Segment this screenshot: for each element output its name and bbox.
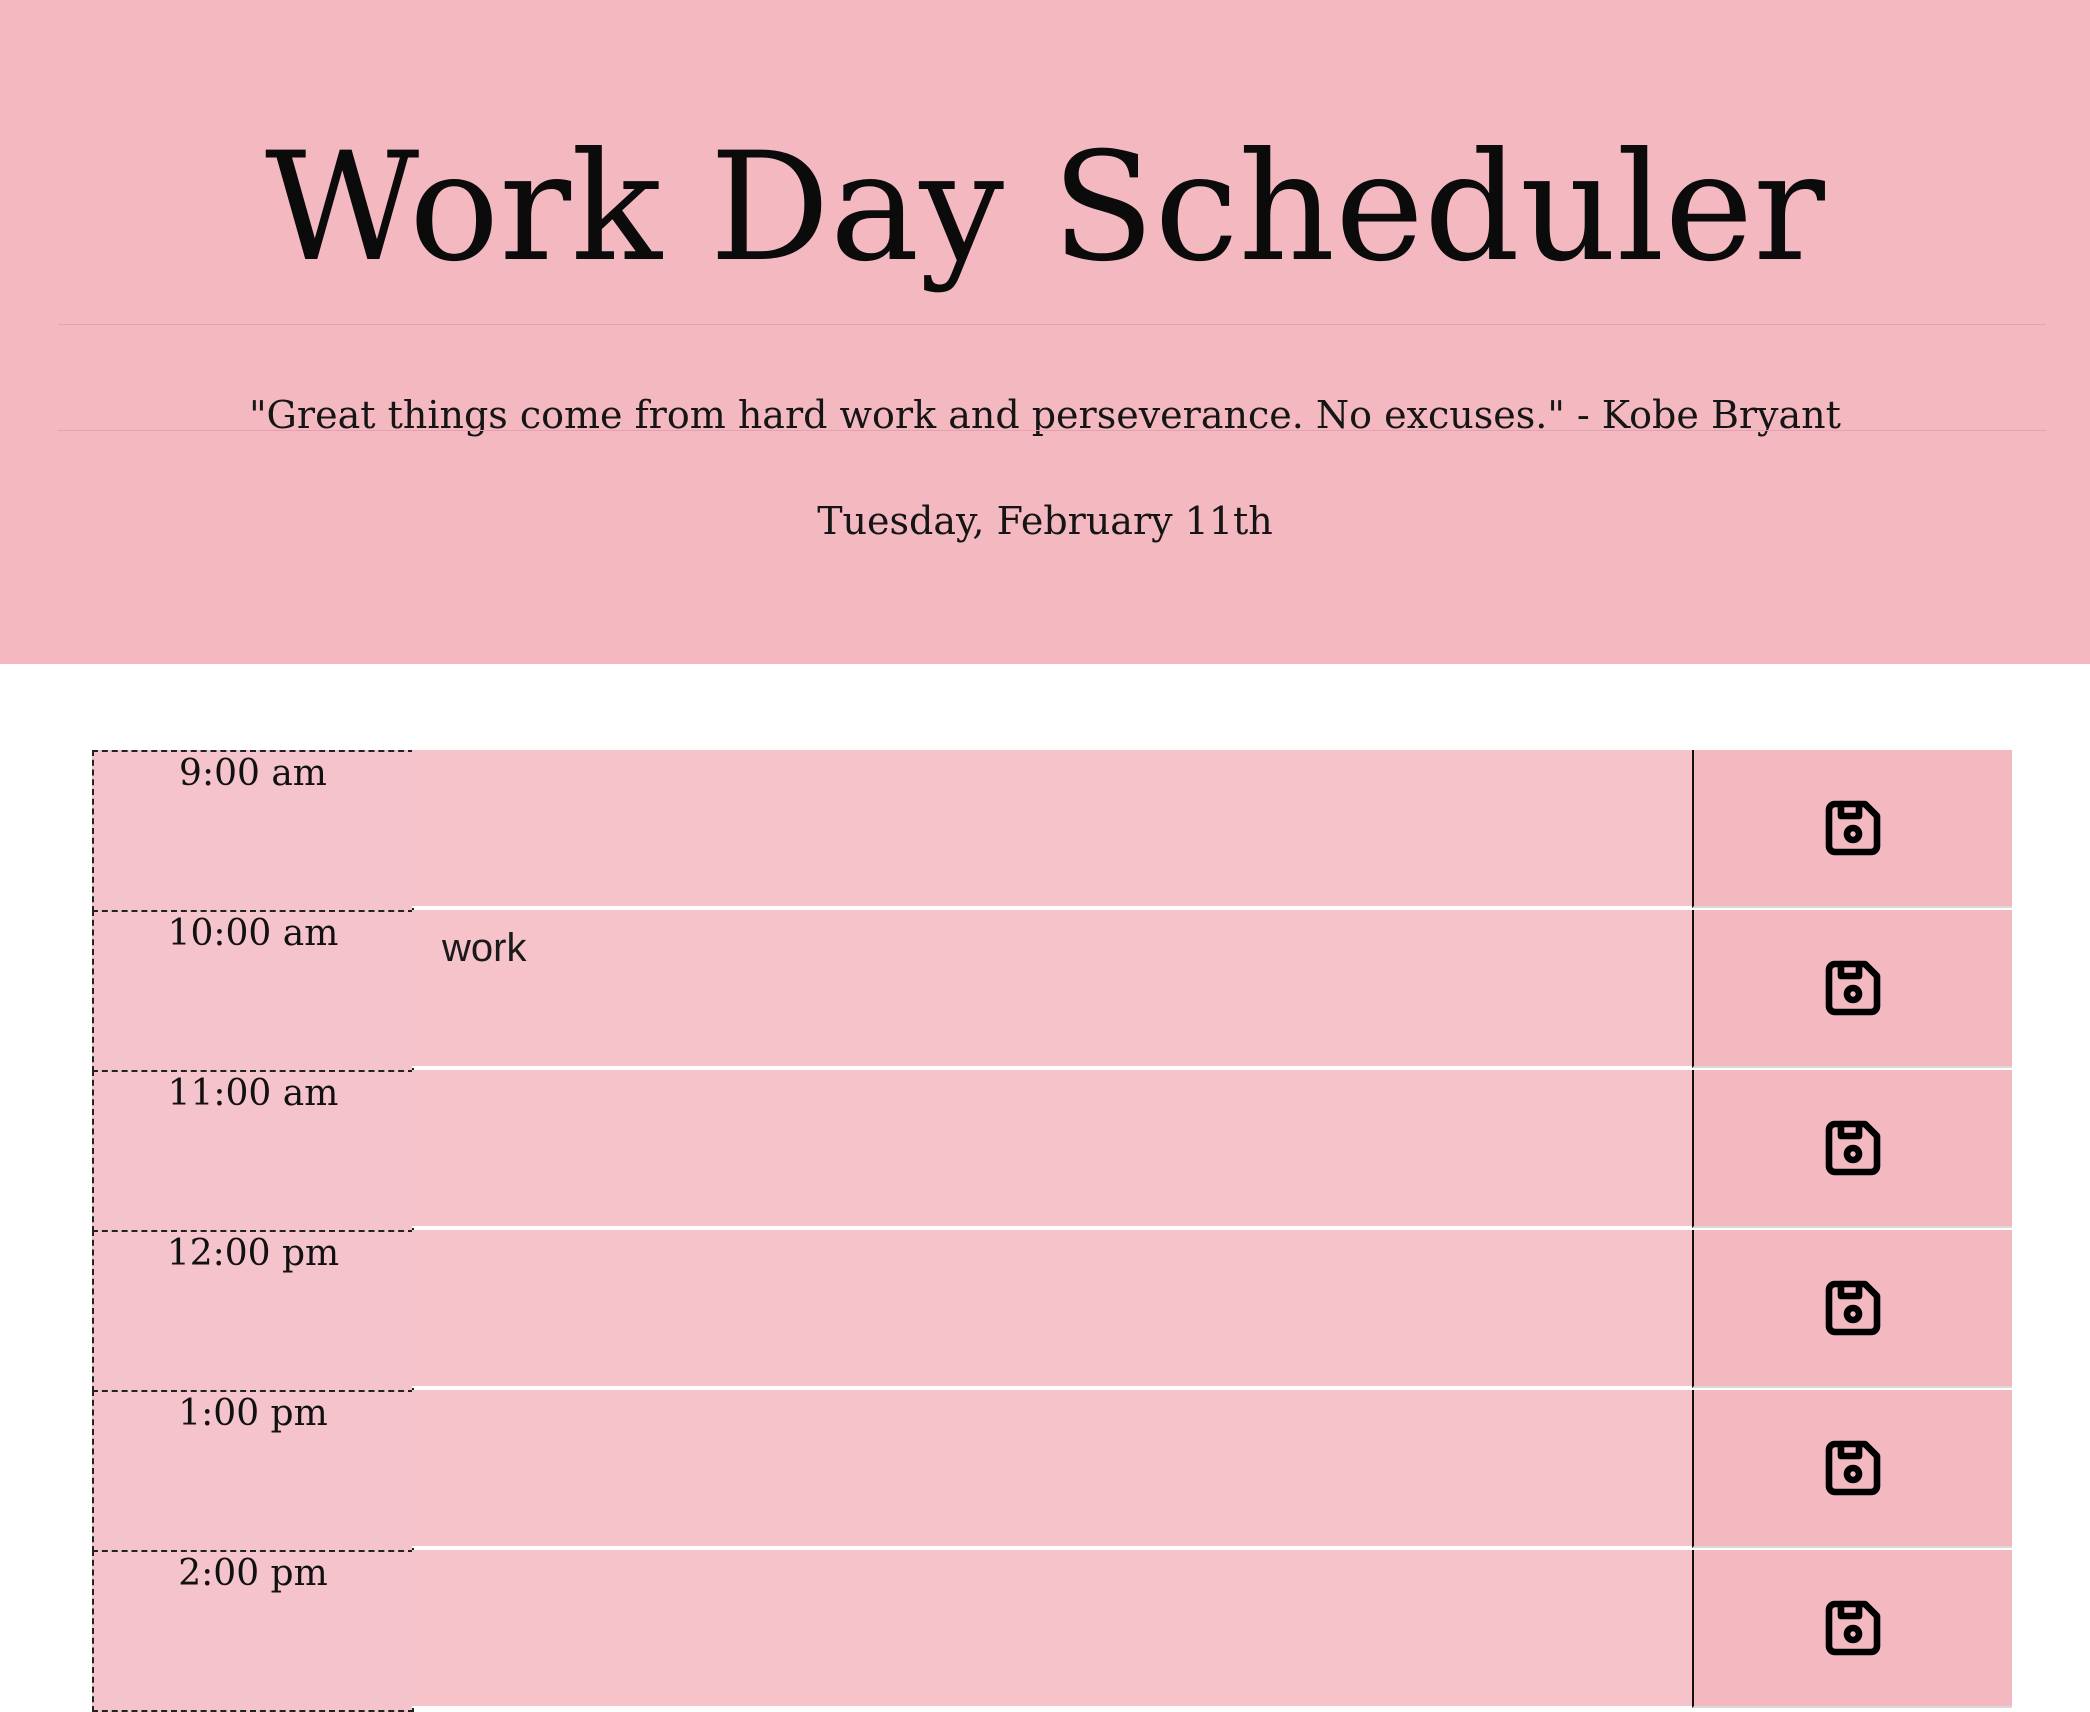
save-button[interactable] xyxy=(1692,1550,2012,1708)
save-icon xyxy=(1817,1432,1889,1504)
event-description-input[interactable] xyxy=(412,750,1692,908)
schedule-container: 9:00 am 10:00 am work 11:00 am 12:00 pm xyxy=(92,750,2012,1712)
time-block-row: 11:00 am xyxy=(92,1070,2012,1232)
save-icon xyxy=(1817,952,1889,1024)
event-description-input[interactable] xyxy=(412,1070,1692,1228)
save-icon xyxy=(1817,1272,1889,1344)
hour-label: 12:00 pm xyxy=(92,1230,414,1392)
header-quote: "Great things come from hard work and pe… xyxy=(249,393,1841,437)
hour-label: 1:00 pm xyxy=(92,1390,414,1552)
save-icon xyxy=(1817,792,1889,864)
time-block-row: 10:00 am work xyxy=(92,910,2012,1072)
hour-label: 11:00 am xyxy=(92,1070,414,1232)
save-icon xyxy=(1817,1592,1889,1664)
page-header: Work Day Scheduler "Great things come fr… xyxy=(0,0,2090,664)
save-button[interactable] xyxy=(1692,1390,2012,1548)
time-block-row: 2:00 pm xyxy=(92,1550,2012,1712)
time-block-row: 1:00 pm xyxy=(92,1390,2012,1552)
header-divider-top xyxy=(58,324,2046,325)
event-description-input[interactable] xyxy=(412,1550,1692,1708)
save-button[interactable] xyxy=(1692,750,2012,908)
time-block-row: 9:00 am xyxy=(92,750,2012,912)
save-icon xyxy=(1817,1112,1889,1184)
hour-label: 10:00 am xyxy=(92,910,414,1072)
event-description-input[interactable] xyxy=(412,1390,1692,1548)
save-button[interactable] xyxy=(1692,1070,2012,1228)
hour-label: 2:00 pm xyxy=(92,1550,414,1712)
time-block-row: 12:00 pm xyxy=(92,1230,2012,1392)
current-date: Tuesday, February 11th xyxy=(817,499,1273,543)
save-button[interactable] xyxy=(1692,910,2012,1068)
save-button[interactable] xyxy=(1692,1230,2012,1388)
event-description-input[interactable] xyxy=(412,1230,1692,1388)
header-divider-bottom xyxy=(58,430,2046,431)
event-description-input[interactable]: work xyxy=(412,910,1692,1068)
page-title: Work Day Scheduler xyxy=(265,121,1825,295)
hour-label: 9:00 am xyxy=(92,750,414,912)
